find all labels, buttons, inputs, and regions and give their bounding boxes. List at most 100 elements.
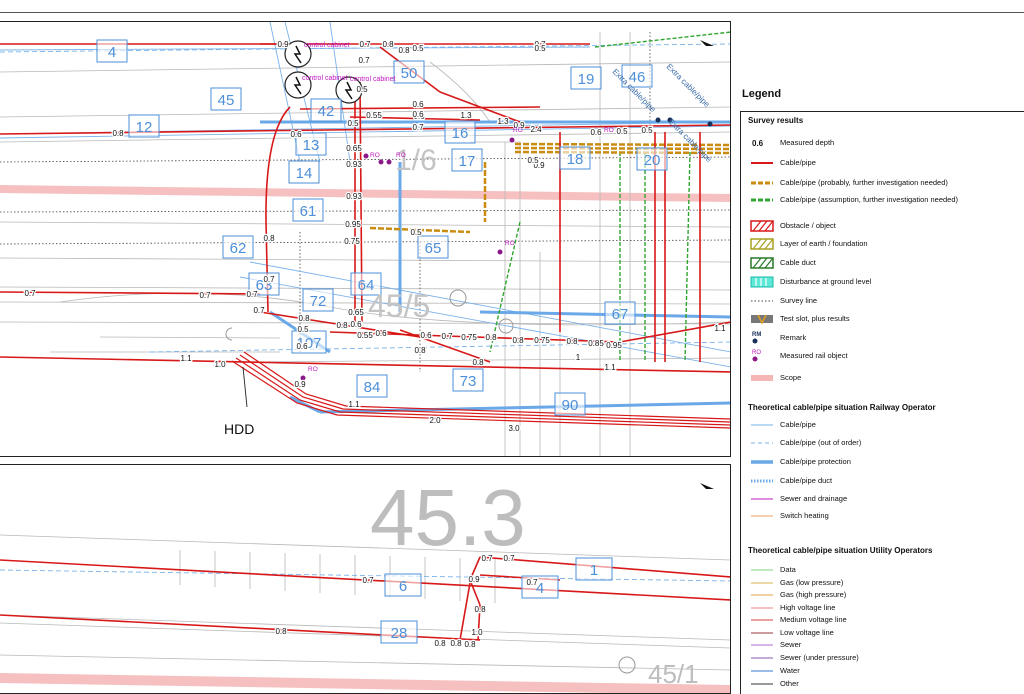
depth-label: 0.7	[24, 289, 36, 298]
blue-dashed-symbol	[751, 442, 773, 444]
depth-label: 1.3	[460, 111, 472, 120]
legend-label: Other	[780, 679, 799, 688]
plan-label: 16	[452, 125, 469, 142]
depth-label: 2.4	[530, 125, 542, 134]
depth-labels: 0.9 0.7 0.8 0.8 0.5 0.7 0.5 0.7 0.8 0.6 0.5 0.6 0.5 0…	[23, 39, 727, 435]
depth-label: 0.7	[358, 56, 370, 65]
depth-label: 1.3	[497, 117, 509, 126]
utility-line-symbol	[751, 670, 773, 672]
depth-label: 1	[576, 353, 581, 362]
plan-label: 20	[644, 152, 661, 169]
legend-item-obstacle: Obstacle / object	[748, 220, 1018, 232]
depth-label: 0.8	[275, 627, 287, 636]
legend-item-utility: Gas (low pressure)	[748, 577, 1018, 589]
depth-label: 0.7	[263, 275, 275, 284]
remark-symbol-text: RM	[752, 332, 761, 338]
legend-label: Water	[780, 666, 800, 675]
legend-title: Legend	[742, 88, 782, 100]
legend-label: Gas (low pressure)	[780, 578, 844, 587]
test-slot-symbol	[751, 314, 773, 325]
utility-line-symbol	[751, 683, 773, 685]
depth-label: 0.6	[375, 329, 387, 338]
legend-item-cable-probable: Cable/pipe (probably, further investigat…	[748, 177, 1018, 189]
utility-line-symbol	[751, 607, 773, 609]
depth-label: 0.7	[441, 332, 453, 341]
depth-label: 1.1	[714, 324, 726, 333]
depth-label: 1.1	[604, 363, 616, 372]
plan-label: 18	[567, 151, 584, 168]
depth-label: 0.5	[534, 44, 546, 53]
legend-item-rail-duct: Cable/pipe duct	[748, 475, 1018, 487]
red-line-symbol	[751, 162, 773, 164]
plan-label: 62	[230, 240, 247, 257]
legend-item-remark: RM Remark	[748, 330, 1018, 344]
legend-section-railway: Theoretical cable/pipe situation Railway…	[748, 403, 936, 412]
legend-label: Cable/pipe (out of order)	[780, 438, 862, 447]
legend-item-rail-protection: Cable/pipe protection	[748, 456, 1018, 468]
depth-label: 0.7	[199, 291, 211, 300]
legend-label: Low voltage line	[780, 628, 834, 637]
blue-duct-symbol	[751, 479, 773, 483]
depth-label: 0.6	[590, 128, 602, 137]
depth-label: 0.5	[616, 127, 628, 136]
plan-label: 6	[399, 578, 407, 595]
utility-line-symbol	[751, 582, 773, 584]
depth-label: 0.7	[526, 578, 538, 587]
depth-label: 0.5	[641, 126, 653, 135]
depth-label: 0.9	[468, 575, 480, 584]
depth-label: 0.8	[298, 314, 310, 323]
depth-label: 0.8	[414, 346, 426, 355]
faint-labels: 1/6 45/5	[368, 144, 437, 324]
legend-label: Cable/pipe (assumption, further investig…	[780, 195, 959, 204]
depth-label: 0.75	[534, 336, 550, 345]
depth-label: 0.65	[348, 308, 364, 317]
utility-line-symbol	[751, 644, 773, 646]
rail-object-label: RO	[604, 127, 614, 134]
legend-item-utility: Data	[748, 564, 1018, 576]
depth-label: 0.75	[344, 237, 360, 246]
plan-label: 84	[364, 379, 381, 396]
depth-label: 1.0	[471, 628, 483, 637]
legend-item-utility: Other	[748, 678, 1018, 690]
survey-map-bottom[interactable]: 45.3 45/1 6 4 1 28 0.7 0.7 0.7 0.9 0.7 0.8 0.8 1.0…	[0, 464, 731, 694]
orange-dashed-symbol	[751, 181, 773, 185]
plan-labels-bottom: 6 4128	[380, 557, 613, 644]
depth-label: 0.9	[277, 40, 289, 49]
legend-label: Disturbance at ground level	[780, 277, 872, 286]
plan-label: 13	[303, 137, 320, 154]
depth-label: 2.0	[429, 416, 441, 425]
legend-item-measured-depth: 0.6 Measured depth	[748, 137, 1018, 149]
depth-label: 0.8	[263, 234, 275, 243]
depth-label: 0.55	[357, 331, 373, 340]
hdd-leader	[242, 366, 248, 408]
north-arrow-icon	[700, 40, 714, 46]
north-arrow-icon-bottom	[700, 483, 714, 489]
legend-item-utility: Sewer	[748, 639, 1018, 651]
control-cabinet-label: control cabinet	[350, 76, 396, 83]
depth-label: 0.7	[253, 306, 265, 315]
legend-label: Obstacle / object	[780, 221, 836, 230]
depth-label: 0.5	[527, 156, 539, 165]
rail-object-label: RO	[513, 127, 523, 134]
survey-map-top[interactable]: 4 45 12 42 50 13 14 16 17 18 19 46 20 61 62 63 64 65 72 107…	[0, 21, 731, 457]
rail-object-label: RO	[308, 366, 318, 373]
rail-object-label: RO	[505, 240, 515, 247]
legend-label: Scope	[780, 373, 802, 382]
legend-label: Cable/pipe protection	[780, 457, 851, 466]
legend-label: Remark	[780, 333, 807, 342]
plan-label: 28	[391, 625, 408, 642]
legend-label: Cable/pipe duct	[780, 476, 833, 485]
plan-label: 4	[108, 44, 116, 61]
survey-map-bottom-canvas: 45.3 45/1 6 4128 0.7 0.70.7 0.9 0.70.80.8 1.0…	[0, 473, 730, 693]
legend-label: Sewer	[780, 640, 802, 649]
legend-item-scope: Scope	[748, 372, 1018, 384]
rail-object-symbol-text: RO	[752, 350, 761, 356]
faint-km-label: 45/5	[368, 288, 430, 324]
legend-label: Measured rail object	[780, 351, 848, 360]
plan-label: 50	[401, 65, 418, 82]
depth-label: 0.8	[472, 358, 484, 367]
km-marker-symbol	[618, 656, 636, 674]
legend-item-earth-layer: Layer of earth / foundation	[748, 238, 1018, 250]
magenta-line-symbol	[751, 498, 773, 500]
extra-cable-label: Extra cable/pipe	[665, 62, 712, 109]
